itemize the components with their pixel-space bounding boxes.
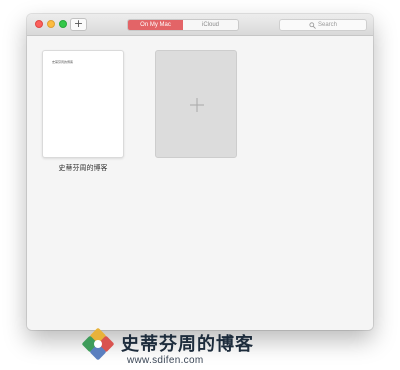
search-field[interactable]: Search [279,19,367,31]
close-window-button[interactable] [35,20,43,28]
document-title[interactable]: 史蒂芬周的博客 [32,163,134,173]
tab-icloud[interactable]: iCloud [183,20,238,30]
toolbar: + On My Mac iCloud Search [27,14,373,36]
add-document-button[interactable]: + [70,18,87,31]
document-preview-text: 史蒂芬周的博客 [52,60,74,64]
search-icon [309,21,316,29]
document-thumbnail[interactable]: 史蒂芬周的博客 [42,50,124,158]
watermark-logo-icon [82,328,114,360]
watermark-title: 史蒂芬周的博客 [121,334,254,355]
plus-icon [190,98,204,112]
minimize-window-button[interactable] [47,20,55,28]
search-placeholder: Search [317,22,337,28]
tab-on-my-mac[interactable]: On My Mac [128,20,183,30]
document-browser: 史蒂芬周的博客 史蒂芬周的博客 [27,36,373,330]
watermark-url: www.sdifen.com [127,355,204,366]
zoom-window-button[interactable] [59,20,67,28]
new-document-button[interactable] [155,50,237,158]
location-segmented-control: On My Mac iCloud [127,19,239,31]
app-window: + On My Mac iCloud Search 史蒂芬周的博客 史蒂芬周的博… [27,14,373,330]
